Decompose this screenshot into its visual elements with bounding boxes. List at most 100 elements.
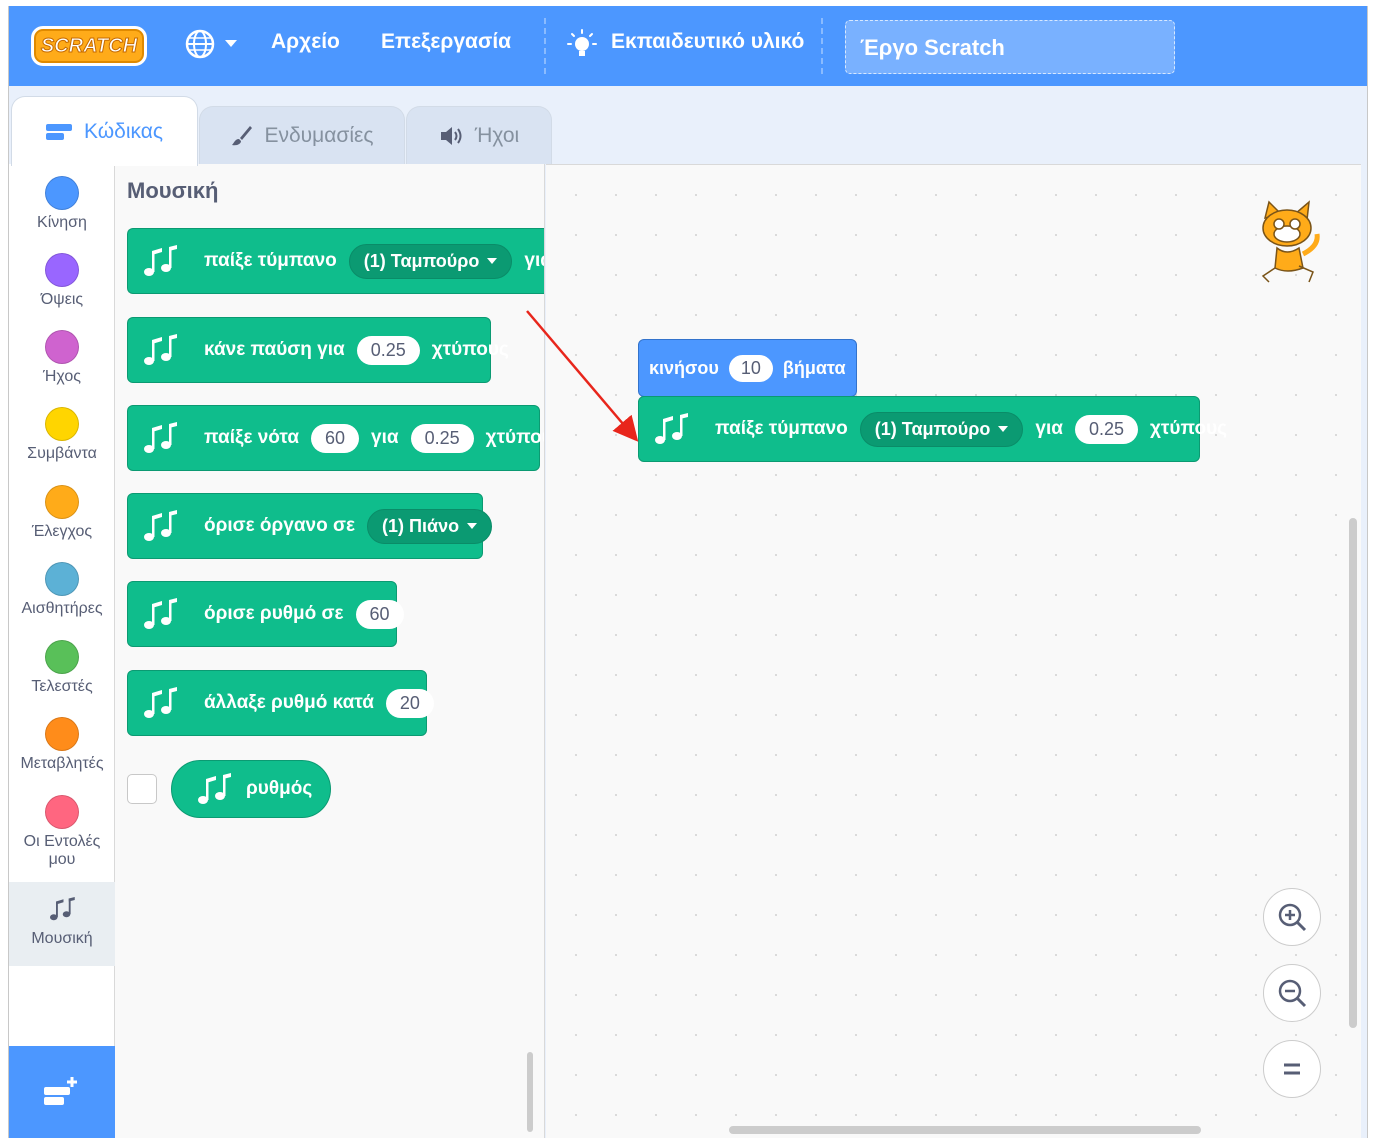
file-menu[interactable]: Αρχείο (271, 30, 340, 54)
scratch-editor: SCRATCH Αρχείο Επεξεργασία Εκπαιδευτικό … (8, 6, 1368, 1138)
category-dot (45, 485, 79, 519)
lightbulb-icon[interactable] (567, 28, 597, 62)
block-text: για (524, 250, 544, 271)
music-notes-icon (144, 422, 177, 453)
instrument-dropdown[interactable]: (1) Πιάνο (367, 508, 493, 544)
tab-code-label: Κώδικας (83, 119, 163, 143)
category-label: Αισθητήρες (21, 600, 103, 617)
zoom-out-icon (1278, 979, 1307, 1008)
tab-costumes[interactable]: Ενδυμασίες (199, 106, 405, 164)
rest-block[interactable]: κάνε παύση για 0.25 χτύπους (127, 317, 509, 383)
category-motion[interactable]: Κίνηση (9, 176, 115, 232)
category-label: Έλεγχος (31, 523, 93, 540)
category-label: Ήχος (43, 368, 81, 385)
set-tempo-block[interactable]: όρισε ρυθμό σε 60 (127, 581, 404, 647)
chevron-down-icon[interactable] (225, 40, 237, 47)
script-workspace[interactable] (546, 164, 1361, 1138)
move-steps-block[interactable]: κινήσου 10 βήματα (638, 339, 857, 397)
code-icon (45, 123, 72, 140)
category-label: Μουσική (31, 930, 93, 947)
block-text: όρισε όργανο σε (204, 515, 356, 536)
block-text: χτύπους (1149, 418, 1228, 439)
globe-icon[interactable] (184, 28, 216, 60)
workspace-play-drum-block[interactable]: παίξε τύμπανο (1) Ταμπούρο για 0.25 χτύπ… (638, 396, 1227, 462)
category-sound[interactable]: Ήχος (9, 330, 115, 386)
drum-dropdown[interactable]: (1) Ταμπούρο (348, 243, 513, 279)
play-note-block[interactable]: παίξε νότα 60 για 0.25 χτύπους (127, 405, 544, 471)
block-text: για (371, 427, 399, 448)
project-title-input[interactable]: Έργο Scratch (845, 20, 1175, 74)
tab-sounds[interactable]: Ήχοι (406, 106, 552, 164)
category-menu: Κίνηση Όψεις Ήχος Συμβάντα Έλεγχος Αισθη… (9, 164, 115, 1138)
add-extension-button[interactable] (9, 1046, 115, 1138)
category-looks[interactable]: Όψεις (9, 253, 115, 309)
music-notes-icon (198, 773, 231, 804)
scratch-logo[interactable]: SCRATCH (31, 26, 147, 66)
tab-code[interactable]: Κώδικας (11, 96, 198, 166)
zoom-in-button[interactable] (1263, 888, 1321, 946)
music-notes-icon (144, 510, 177, 541)
category-operators[interactable]: Τελεστές (9, 640, 115, 696)
category-events[interactable]: Συμβάντα (9, 407, 115, 463)
menu-bar: SCRATCH Αρχείο Επεξεργασία Εκπαιδευτικό … (9, 6, 1367, 86)
zoom-out-button[interactable] (1263, 964, 1321, 1022)
menu-divider (821, 18, 823, 74)
sprite-thumbnail[interactable] (1247, 198, 1327, 288)
category-label: Οι Εντολές μου (23, 833, 101, 868)
category-variables[interactable]: Μεταβλητές (9, 717, 115, 773)
edit-menu[interactable]: Επεξεργασία (381, 30, 511, 54)
music-notes-icon (144, 245, 177, 276)
drum-dropdown[interactable]: (1) Ταμπούρο (859, 411, 1024, 447)
tab-sounds-label: Ήχοι (474, 123, 520, 147)
category-label: Μεταβλητές (20, 755, 104, 772)
note-input[interactable]: 60 (311, 423, 360, 453)
block-text: βήματα (782, 357, 846, 378)
category-dot (45, 176, 79, 210)
block-text: όρισε ρυθμό σε (204, 603, 344, 624)
category-label: Όψεις (40, 291, 84, 308)
workspace-horizontal-scrollbar[interactable] (729, 1126, 1201, 1134)
tempo-change-input[interactable]: 20 (385, 688, 434, 718)
tempo-reporter-block[interactable]: ρυθμός (171, 760, 331, 818)
palette-scrollbar[interactable] (527, 1052, 533, 1132)
category-dot (45, 640, 79, 674)
menu-divider (544, 18, 546, 74)
tempo-input[interactable]: 60 (355, 599, 404, 629)
change-tempo-block[interactable]: άλλαξε ρυθμό κατά 20 (127, 670, 434, 736)
block-text: παίξε νότα (204, 427, 300, 448)
category-dot (45, 253, 79, 287)
category-dot (45, 795, 79, 829)
music-notes-icon (144, 598, 177, 629)
category-sensing[interactable]: Αισθητήρες (9, 562, 115, 618)
play-drum-block[interactable]: παίξε τύμπανο (1) Ταμπούρο για (127, 228, 544, 294)
music-notes-icon (50, 897, 75, 921)
block-text: άλλαξε ρυθμό κατά (204, 692, 374, 713)
category-control[interactable]: Έλεγχος (9, 485, 115, 541)
tab-costumes-label: Ενδυμασίες (264, 123, 374, 147)
category-dot (45, 330, 79, 364)
steps-input[interactable]: 10 (728, 354, 773, 382)
add-extension-icon (44, 1077, 77, 1105)
music-notes-icon (144, 687, 177, 718)
music-notes-icon (144, 334, 177, 365)
tempo-monitor-checkbox[interactable] (127, 774, 157, 804)
beats-input[interactable]: 0.25 (356, 335, 420, 365)
block-text: παίξε τύμπανο (204, 250, 337, 271)
category-music[interactable]: Μουσική (9, 882, 115, 966)
category-dot (45, 407, 79, 441)
beats-input[interactable]: 0.25 (410, 423, 474, 453)
zoom-reset-button[interactable] (1263, 1040, 1321, 1098)
block-text: κάνε παύση για (204, 339, 345, 360)
block-text: χτύπους (485, 427, 544, 448)
workspace-vertical-scrollbar[interactable] (1349, 518, 1357, 1028)
category-my-blocks[interactable]: Οι Εντολές μου (9, 795, 115, 869)
beats-input[interactable]: 0.25 (1074, 414, 1138, 444)
music-notes-icon (655, 413, 688, 444)
set-instrument-block[interactable]: όρισε όργανο σε (1) Πιάνο (127, 493, 493, 559)
category-dot (45, 562, 79, 596)
block-text: χτύπους (431, 339, 509, 360)
block-text: παίξε τύμπανο (715, 418, 848, 439)
tutorials-menu[interactable]: Εκπαιδευτικό υλικό (611, 30, 804, 54)
zoom-in-icon (1278, 903, 1307, 932)
equals-icon (1284, 1063, 1300, 1075)
